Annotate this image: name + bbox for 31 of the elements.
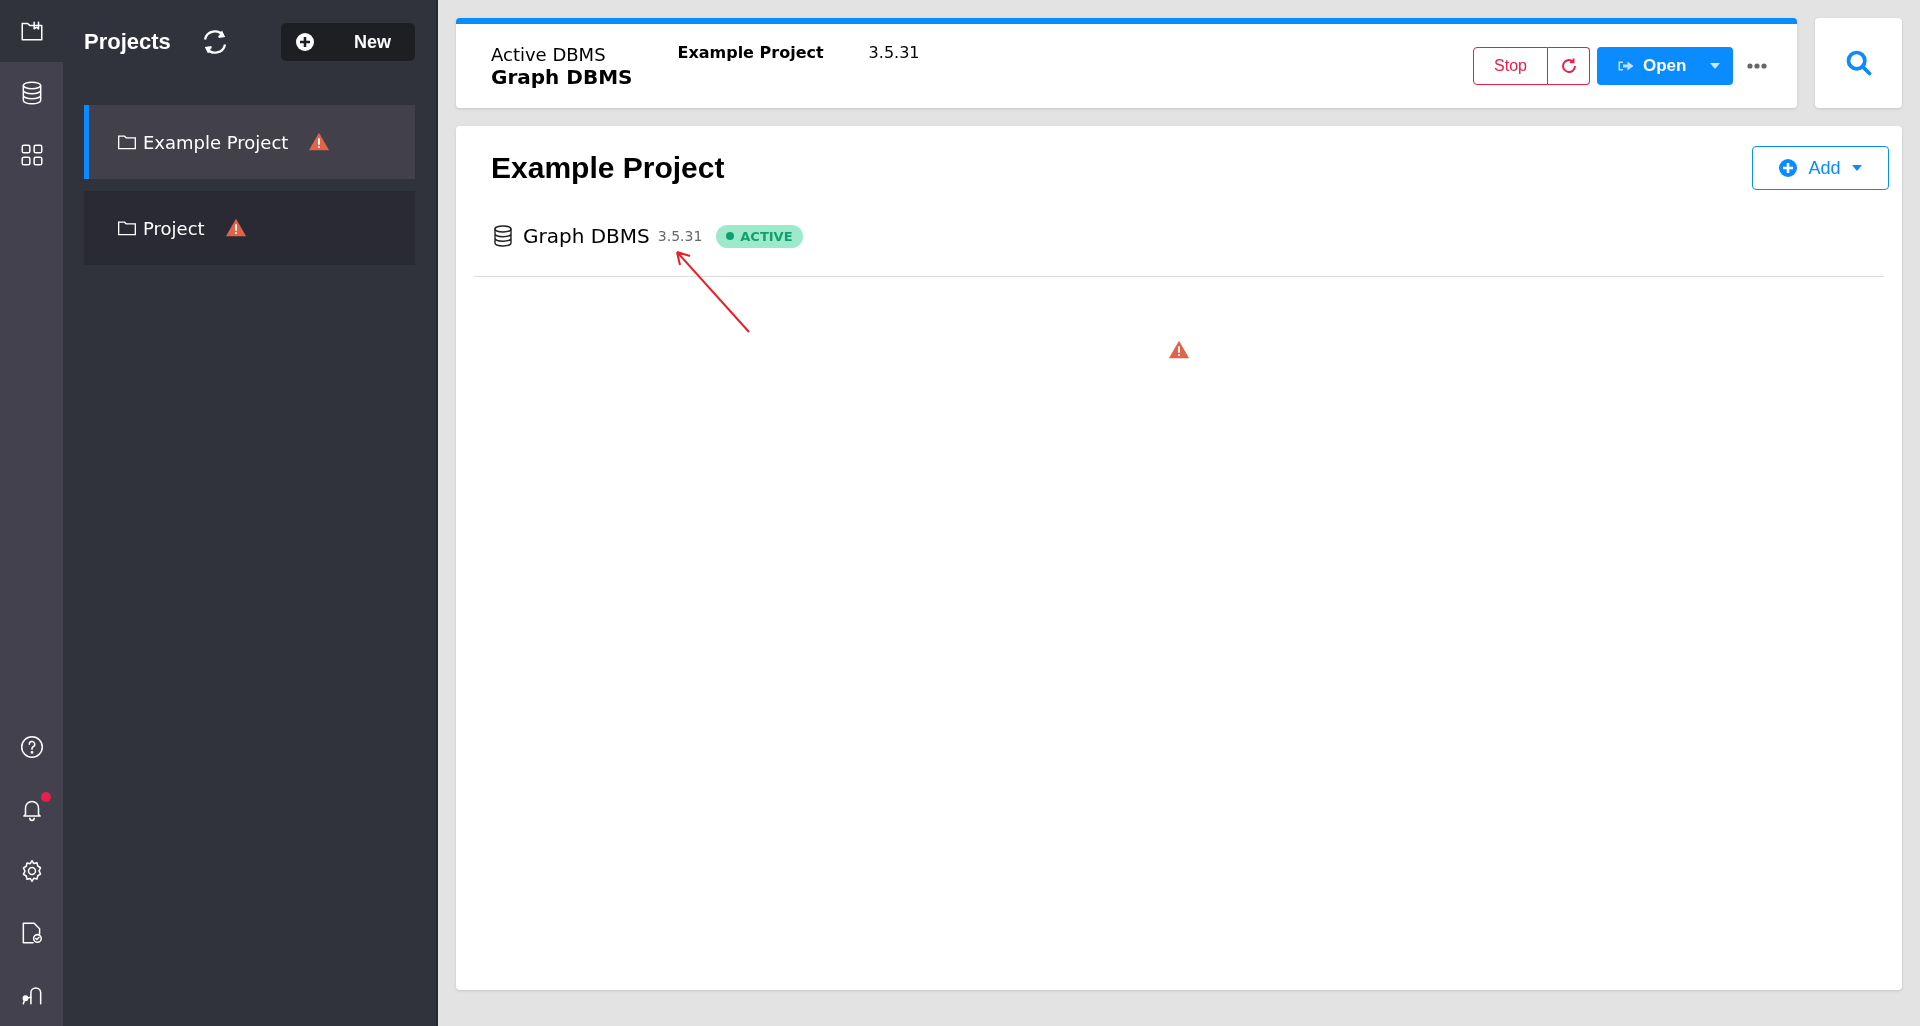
restart-button[interactable]	[1548, 47, 1590, 85]
caret-icon	[1709, 62, 1721, 70]
database-icon	[491, 224, 515, 248]
grid-icon	[18, 142, 45, 168]
dbms-name: Graph DBMS	[523, 224, 650, 248]
new-button[interactable]: New	[281, 23, 415, 61]
warning-icon	[1168, 339, 1190, 361]
dbms-name: Graph DBMS	[491, 64, 633, 89]
project-item[interactable]: Example Project	[84, 105, 415, 179]
more-icon	[1747, 63, 1767, 69]
project-name: Example Project	[677, 43, 824, 62]
plus-circle-icon	[1778, 158, 1799, 178]
warning-icon	[308, 131, 331, 153]
sidebar-title: Projects	[84, 29, 171, 55]
warning-icon	[224, 217, 247, 239]
version-text: 3.5.31	[657, 228, 703, 244]
help-icon	[18, 734, 45, 760]
search-button[interactable]	[1815, 18, 1902, 108]
active-dbms-label: Active DBMS	[491, 43, 607, 65]
caret-icon	[1850, 164, 1863, 172]
folder-icon	[117, 133, 137, 151]
restart-icon	[1559, 57, 1578, 75]
status-badge: ACTIVE	[716, 224, 803, 248]
project-item[interactable]: Project	[84, 191, 415, 265]
search-icon	[1844, 49, 1873, 77]
version-text: 3.5.31	[868, 43, 920, 62]
stop-button[interactable]: Stop	[1473, 47, 1548, 85]
folder-icon	[117, 219, 137, 237]
plus-circle-icon	[295, 32, 315, 52]
project-title: Example Project	[491, 151, 725, 185]
nav-tab[interactable]	[0, 0, 63, 62]
